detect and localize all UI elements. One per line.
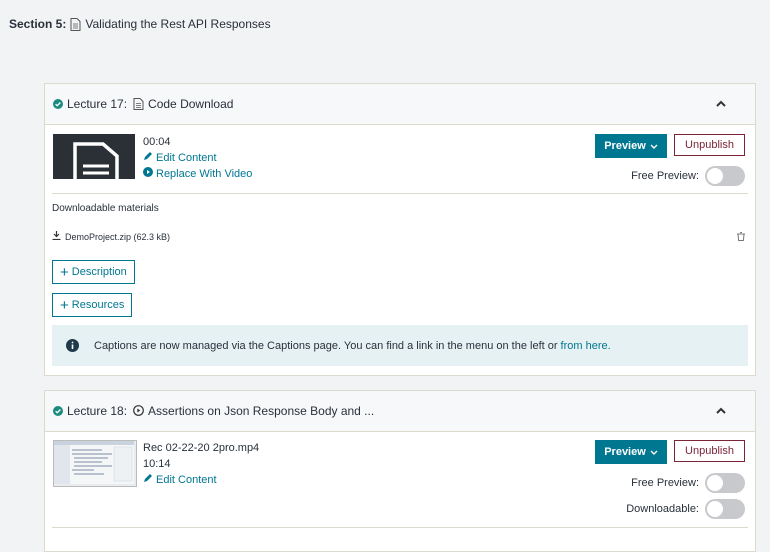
- unpublish-button[interactable]: Unpublish: [674, 440, 745, 462]
- free-preview-toggle[interactable]: [705, 473, 745, 493]
- add-resources-button[interactable]: + Resources: [52, 293, 133, 317]
- lecture-number: Lecture 18:: [67, 404, 128, 418]
- downloadable-label: Downloadable:: [626, 503, 699, 515]
- free-preview-toggle[interactable]: [705, 166, 745, 186]
- downloadable-toggle[interactable]: [705, 499, 745, 519]
- free-preview-row: Free Preview:: [631, 166, 745, 186]
- lecture-meta: 00:04 Edit Content Replace With Video: [143, 134, 252, 182]
- lecture-header[interactable]: Lecture 17: Code Download: [45, 84, 755, 125]
- download-icon[interactable]: [52, 231, 61, 242]
- replace-with-video-link[interactable]: Replace With Video: [143, 166, 252, 182]
- downloadable-row: Downloadable:: [626, 499, 745, 519]
- play-circle-icon: [133, 405, 144, 417]
- document-icon: [133, 98, 144, 110]
- lecture-title: Assertions on Json Response Body and ...: [148, 404, 375, 418]
- edit-content-label: Edit Content: [156, 152, 217, 164]
- lecture-duration: 10:14: [143, 458, 171, 470]
- preview-label: Preview: [604, 446, 646, 458]
- lecture-card: Lecture 18: Assertions on Json Response …: [44, 390, 756, 552]
- replace-with-video-label: Replace With Video: [156, 168, 253, 180]
- chevron-up-icon[interactable]: [715, 407, 727, 415]
- video-file-title: Rec 02-22-20 2pro.mp4: [143, 442, 260, 454]
- unpublish-button[interactable]: Unpublish: [674, 134, 745, 156]
- free-preview-label: Free Preview:: [631, 170, 699, 182]
- resources-label: Resources: [71, 299, 125, 311]
- captions-alert: Captions are now managed via the Caption…: [52, 325, 748, 366]
- preview-button[interactable]: Preview: [595, 440, 667, 464]
- download-file-row: DemoProject.zip (62.3 kB): [52, 231, 745, 242]
- chevron-up-icon[interactable]: [715, 100, 727, 108]
- free-preview-row: Free Preview:: [631, 473, 745, 493]
- preview-label: Preview: [604, 140, 646, 152]
- downloadable-materials-title: Downloadable materials: [52, 203, 159, 214]
- video-thumbnail: [53, 440, 137, 487]
- captions-link[interactable]: from here.: [561, 340, 611, 352]
- pencil-icon: [143, 472, 153, 488]
- edit-content-link[interactable]: Edit Content: [143, 472, 259, 488]
- free-preview-label: Free Preview:: [631, 477, 699, 489]
- lecture-thumbnail: [53, 134, 135, 179]
- lecture-number: Lecture 17:: [67, 97, 128, 111]
- pencil-icon: [143, 150, 153, 166]
- lecture-title: Code Download: [148, 97, 234, 111]
- document-icon: [70, 17, 81, 31]
- section-label: Section 5:: [9, 17, 67, 31]
- section-title: Validating the Rest API Responses: [85, 17, 271, 31]
- chevron-down-icon: [650, 140, 658, 152]
- edit-content-link[interactable]: Edit Content: [143, 150, 252, 166]
- section-header: Section 5: Validating the Rest API Respo…: [9, 17, 271, 31]
- preview-button[interactable]: Preview: [595, 134, 667, 158]
- lecture-card: Lecture 17: Code Download 00:04 Edit Con…: [44, 83, 756, 376]
- divider: [52, 527, 748, 528]
- description-label: Description: [71, 266, 127, 278]
- check-circle-icon: [53, 406, 63, 416]
- lecture-duration: 00:04: [143, 136, 171, 148]
- check-circle-icon: [53, 99, 63, 109]
- chevron-down-icon: [650, 446, 658, 458]
- lecture-header[interactable]: Lecture 18: Assertions on Json Response …: [45, 391, 755, 432]
- add-description-button[interactable]: + Description: [52, 260, 135, 284]
- divider: [52, 193, 748, 194]
- captions-text: Captions are now managed via the Caption…: [94, 339, 558, 352]
- download-file-name[interactable]: DemoProject.zip (62.3 kB): [65, 232, 170, 242]
- info-icon: [66, 339, 79, 352]
- lecture-meta: Rec 02-22-20 2pro.mp4 10:14 Edit Content: [143, 440, 259, 488]
- edit-content-label: Edit Content: [156, 474, 217, 486]
- trash-icon[interactable]: [737, 232, 745, 241]
- play-circle-icon: [143, 166, 153, 182]
